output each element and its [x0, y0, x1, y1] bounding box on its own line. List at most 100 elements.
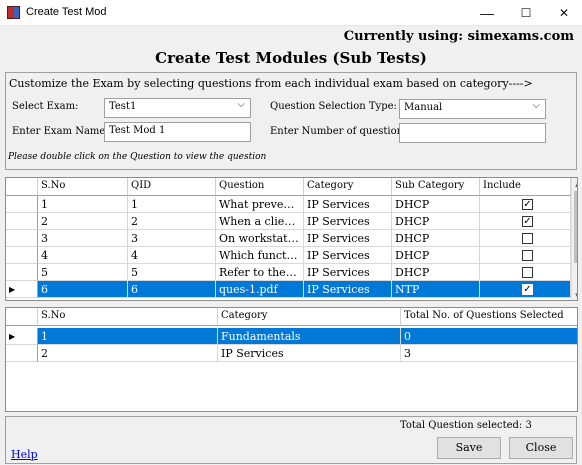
table-row[interactable]: 55Refer to the exhi...IP ServicesDHCP — [38, 264, 571, 281]
selection-type-dropdown[interactable]: Manual ⌵ — [399, 99, 546, 119]
cell-question: What prevents ... — [216, 196, 304, 213]
cell-question: When a client a... — [216, 213, 304, 230]
row-header[interactable] — [6, 196, 38, 213]
include-checkbox[interactable]: ✓ — [522, 284, 533, 295]
table-row[interactable]: 2 IP Services 3 — [38, 345, 577, 362]
selection-type-value: Manual — [404, 102, 443, 113]
include-checkbox[interactable]: ✓ — [522, 216, 533, 227]
save-button[interactable]: Save — [437, 437, 501, 459]
cell-question: ques-1.pdf — [216, 281, 304, 298]
app-icon — [7, 6, 20, 19]
row-header[interactable] — [6, 345, 38, 362]
include-checkbox[interactable]: ✓ — [522, 199, 533, 210]
cell-sno: 3 — [38, 230, 128, 247]
col-header-include[interactable]: Include — [480, 178, 571, 196]
num-questions-label: Enter Number of questions — [270, 126, 409, 137]
exam-name-input[interactable]: Test Mod 1 — [104, 122, 251, 142]
cell-qid: 1 — [128, 196, 216, 213]
cell-include[interactable] — [480, 264, 571, 281]
cell-include[interactable] — [480, 230, 571, 247]
num-questions-input[interactable] — [399, 123, 546, 143]
col-header-subcategory[interactable]: Sub Category — [392, 178, 480, 196]
row-header[interactable] — [6, 213, 38, 230]
questions-grid[interactable]: S.No QID Question Category Sub Category … — [5, 177, 578, 301]
col-header-sno[interactable]: S.No — [38, 178, 128, 196]
total-selected-label: Total Question selected: 3 — [400, 420, 532, 431]
cell-category: IP Services — [304, 196, 392, 213]
cell-sno: 6 — [38, 281, 128, 298]
table-row[interactable]: 1 Fundamentals 0 — [38, 328, 577, 345]
maximize-button[interactable]: ☐ — [507, 0, 545, 26]
double-click-hint: Please double click on the Question to v… — [8, 152, 267, 162]
cell-subcategory: DHCP — [392, 264, 480, 281]
table-row[interactable]: 6 6 ques-1.pdf IP Services NTP ✓ — [38, 281, 571, 298]
select-exam-label: Select Exam: — [12, 101, 79, 112]
row-pointer-icon: ▶ — [9, 332, 16, 341]
cell-include[interactable]: ✓ — [480, 213, 571, 230]
selection-type-label: Question Selection Type: — [270, 101, 397, 112]
cell-qid: 3 — [128, 230, 216, 247]
chevron-down-icon: ⌵ — [237, 99, 245, 110]
cell-category: IP Services — [218, 345, 401, 362]
minimize-icon: — — [480, 5, 494, 21]
row-header[interactable] — [6, 247, 38, 264]
select-exam-dropdown[interactable]: Test1 ⌵ — [104, 98, 251, 118]
col-header-category[interactable]: Category — [218, 308, 401, 326]
col-header-question[interactable]: Question — [216, 178, 304, 196]
cell-category: IP Services — [304, 247, 392, 264]
table-row[interactable]: 33On workstations...IP ServicesDHCP — [38, 230, 571, 247]
include-checkbox[interactable] — [522, 267, 533, 278]
cell-qid: 5 — [128, 264, 216, 281]
col-header-qid[interactable]: QID — [128, 178, 216, 196]
grid-corner-header — [6, 308, 38, 326]
col-header-total-selected[interactable]: Total No. of Questions Selected — [401, 308, 577, 326]
col-header-category[interactable]: Category — [304, 178, 392, 196]
cell-category: IP Services — [304, 264, 392, 281]
currently-using-label: Currently using: simexams.com — [343, 29, 574, 44]
cell-question: Refer to the exhi... — [216, 264, 304, 281]
minimize-button[interactable]: — — [468, 0, 506, 26]
close-icon: ✕ — [558, 6, 570, 20]
include-checkbox[interactable] — [522, 233, 533, 244]
cell-category: IP Services — [304, 230, 392, 247]
category-summary-grid[interactable]: S.No Category Total No. of Questions Sel… — [5, 307, 578, 412]
scroll-up-icon[interactable]: ▲ — [572, 178, 577, 190]
table-row[interactable]: 44Which function i...IP ServicesDHCP — [38, 247, 571, 264]
cell-qid: 4 — [128, 247, 216, 264]
cell-subcategory: DHCP — [392, 196, 480, 213]
cell-include[interactable]: ✓ — [480, 281, 571, 298]
cell-sno: 1 — [38, 196, 128, 213]
questions-scrollbar[interactable]: ▲ ▼ — [571, 178, 577, 300]
col-header-sno[interactable]: S.No — [38, 308, 218, 326]
maximize-icon: ☐ — [520, 6, 532, 20]
cell-category: IP Services — [304, 281, 392, 298]
row-pointer-icon: ▶ — [9, 285, 16, 294]
table-row[interactable]: 22When a client a...IP ServicesDHCP✓ — [38, 213, 571, 230]
cell-category: IP Services — [304, 213, 392, 230]
cell-subcategory: DHCP — [392, 247, 480, 264]
cell-include[interactable] — [480, 247, 571, 264]
cell-total: 0 — [401, 328, 577, 345]
cell-sno: 4 — [38, 247, 128, 264]
cell-subcategory: DHCP — [392, 230, 480, 247]
cell-sno: 5 — [38, 264, 128, 281]
page-title: Create Test Modules (Sub Tests) — [155, 49, 427, 67]
cell-qid: 6 — [128, 281, 216, 298]
include-checkbox[interactable] — [522, 250, 533, 261]
cell-sno: 2 — [38, 213, 128, 230]
customize-heading: Customize the Exam by selecting question… — [9, 77, 533, 90]
row-header[interactable] — [6, 264, 38, 281]
scroll-down-icon[interactable]: ▼ — [572, 290, 577, 300]
table-row[interactable]: 11What prevents ...IP ServicesDHCP✓ — [38, 196, 571, 213]
close-button[interactable]: Close — [509, 437, 573, 459]
row-header[interactable] — [6, 230, 38, 247]
cell-include[interactable]: ✓ — [480, 196, 571, 213]
scroll-thumb[interactable] — [574, 191, 577, 263]
cell-total: 3 — [401, 345, 577, 362]
close-window-button[interactable]: ✕ — [545, 0, 582, 26]
row-header[interactable]: ▶ — [6, 281, 38, 298]
row-header[interactable]: ▶ — [6, 328, 38, 345]
chevron-down-icon: ⌵ — [532, 100, 540, 111]
cell-question: On workstations... — [216, 230, 304, 247]
help-link[interactable]: Help — [11, 448, 38, 461]
